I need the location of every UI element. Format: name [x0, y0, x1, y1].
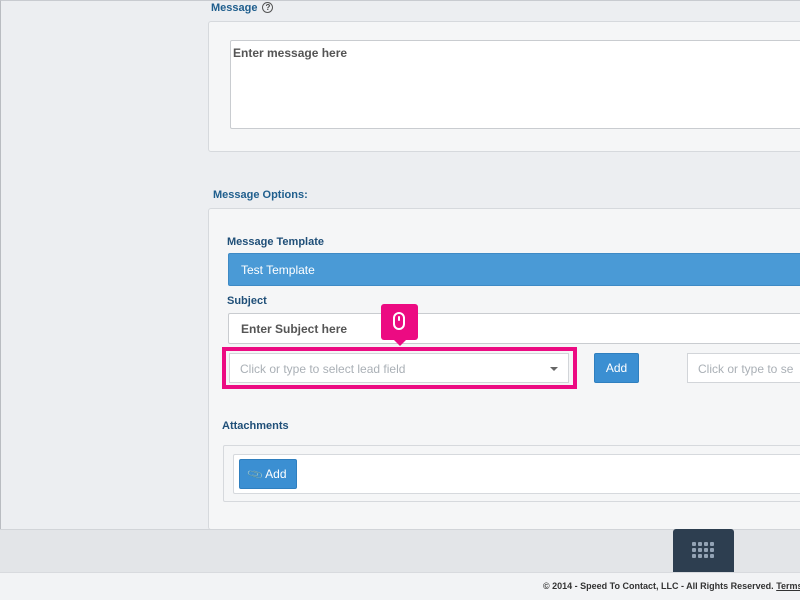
- message-textarea[interactable]: Enter message here: [230, 40, 800, 129]
- footer-text: © 2014 - Speed To Contact, LLC - All Rig…: [543, 581, 800, 591]
- mouse-icon: [393, 312, 405, 330]
- template-selected-value: Test Template: [241, 263, 315, 277]
- terms-link[interactable]: Terms: [776, 581, 800, 591]
- second-lead-field-select[interactable]: Click or type to se: [687, 353, 800, 383]
- add-attachment-label: Add: [265, 467, 287, 481]
- highlight-box: [222, 347, 577, 389]
- subject-label: Subject: [227, 295, 267, 307]
- message-section-title: Message?: [211, 2, 274, 14]
- attachments-box: [233, 454, 800, 494]
- app-grid-button[interactable]: [673, 529, 734, 572]
- subject-placeholder: Enter Subject here: [241, 322, 348, 336]
- grid-icon: [692, 542, 716, 560]
- question-circle-icon[interactable]: ?: [262, 2, 274, 13]
- message-placeholder: Enter message here: [233, 46, 348, 60]
- message-title-text: Message: [211, 2, 258, 14]
- message-options-title: Message Options:: [213, 189, 308, 201]
- add-attachment-button[interactable]: 📎Add: [239, 459, 297, 489]
- message-template-select[interactable]: Test Template: [228, 253, 800, 286]
- add-lead-field-button[interactable]: Add: [594, 353, 639, 383]
- second-lead-field-placeholder: Click or type to se: [698, 362, 794, 376]
- attachments-label: Attachments: [222, 420, 289, 432]
- message-template-label: Message Template: [227, 236, 325, 248]
- copyright-text: © 2014 - Speed To Contact, LLC - All Rig…: [543, 581, 774, 591]
- footer: © 2014 - Speed To Contact, LLC - All Rig…: [0, 572, 800, 600]
- click-tooltip: [381, 304, 418, 346]
- subject-input[interactable]: Enter Subject here: [228, 313, 800, 344]
